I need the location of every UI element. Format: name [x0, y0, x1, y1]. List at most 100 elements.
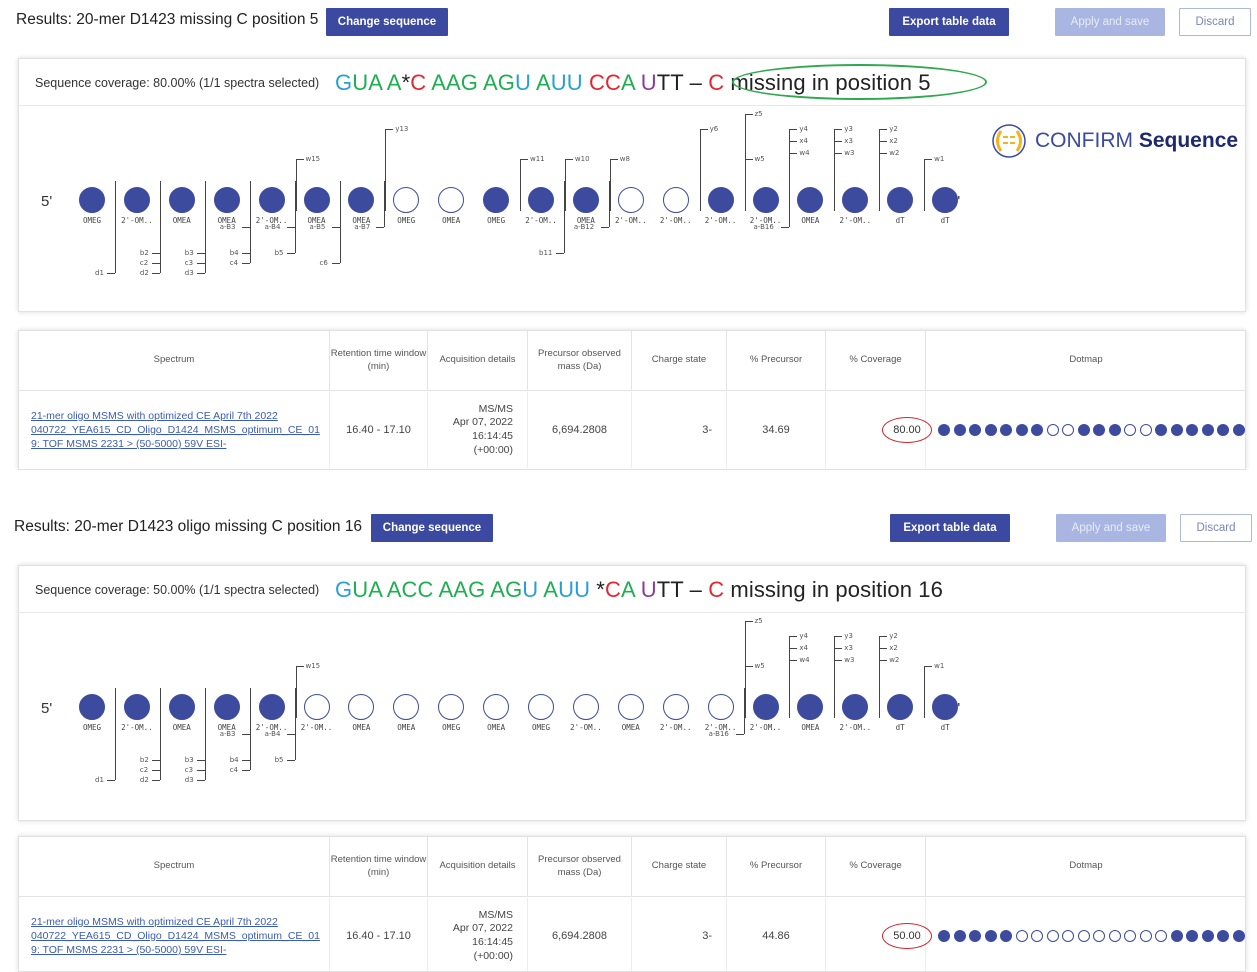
sequence-segment: AG: [490, 577, 523, 602]
fragment-tick: [376, 227, 385, 228]
sequence-segment: *: [401, 70, 411, 95]
coverage-label: Sequence coverage: 50.00% (1/1 spectra s…: [35, 583, 320, 597]
fragment-label: a-B4: [264, 730, 281, 738]
fragment-label: w3: [844, 149, 855, 157]
nucleotide-circle: [932, 187, 959, 213]
nucleotide-circle: [303, 187, 330, 213]
spectrum-link[interactable]: 21-mer oligo MSMS with optimized CE Apri…: [19, 392, 330, 468]
spectrum-link[interactable]: 21-mer oligo MSMS with optimized CE Apri…: [19, 898, 330, 971]
fragment-tick: [331, 263, 340, 264]
fragment-label: b2: [139, 756, 149, 764]
fragment-label: y3: [844, 632, 853, 640]
table-header-4: Charge state: [632, 331, 727, 391]
fragment-label: w3: [844, 656, 855, 664]
apply-save-button[interactable]: Apply and save: [1056, 514, 1166, 542]
fragment-tick: [924, 666, 933, 667]
fragment-tick: [196, 263, 205, 264]
sequence-segment: U: [515, 70, 531, 95]
fragment-label: y4: [799, 125, 808, 133]
fragment-label: b4: [229, 756, 239, 764]
nucleotide-circle: [79, 187, 105, 213]
dotmap-dot: [1062, 424, 1074, 436]
export-table-button[interactable]: Export table data: [889, 8, 1009, 36]
fragment-label: a-B7: [354, 223, 371, 231]
change-sequence-button[interactable]: Change sequence: [371, 514, 493, 542]
dotmap-dot: [1155, 930, 1167, 942]
nucleotide-label: OMEA: [801, 723, 820, 732]
fragment-label: a-B16: [708, 730, 729, 738]
fragment-label: c2: [139, 259, 149, 267]
table-header-0: Spectrum: [19, 331, 330, 391]
fragment-bracket: [159, 181, 161, 273]
fragment-bracket: [295, 666, 297, 718]
five-prime-label: 5': [41, 700, 53, 717]
fragment-label: c4: [229, 259, 238, 267]
nucleotide-label: dT: [895, 216, 905, 225]
nucleotide-label: OMEG: [487, 216, 506, 225]
results-panel-2: Results: 20-mer D1423 oligo missing C po…: [0, 507, 1257, 972]
fragment-label: d3: [184, 776, 194, 784]
fragment-tick: [879, 648, 888, 649]
table-header-1: Retention time window (min): [330, 837, 428, 897]
fragment-label: y6: [709, 125, 719, 133]
nucleotide-circle: [213, 187, 240, 213]
sequence-segment: U: [640, 577, 657, 602]
nucleotide-label: OMEG: [531, 723, 551, 732]
fragment-tick: [789, 153, 798, 154]
fragment-tick: [520, 159, 528, 160]
fragment-label: c4: [229, 766, 238, 774]
table-header-3: Precursor observed mass (Da): [528, 837, 632, 897]
sequence-segment: U: [352, 577, 369, 602]
nucleotide-label: OMEA: [487, 723, 506, 732]
fragment-tick: [241, 760, 250, 761]
nucleotide-circle: [393, 694, 420, 720]
fragment-tick: [834, 141, 843, 142]
discard-button[interactable]: Discard: [1180, 514, 1252, 542]
table-cell-precursor: 44.86: [727, 898, 826, 971]
fragment-label: b2: [139, 249, 149, 257]
nucleotide-circle: [617, 694, 644, 720]
fragment-label: x2: [889, 644, 898, 652]
discard-button[interactable]: Discard: [1179, 8, 1251, 36]
fragment-tick: [789, 660, 798, 661]
sequence-segment: UU: [550, 70, 583, 95]
table-header-6: % Coverage: [826, 837, 926, 897]
fragment-tick: [789, 636, 798, 637]
nucleotide-label: dT: [940, 216, 950, 225]
table-header-7: Dotmap: [926, 331, 1245, 391]
nucleotide-label: 2'-OM..: [121, 723, 153, 732]
change-sequence-button[interactable]: Change sequence: [326, 8, 448, 36]
dotmap-dot: [1046, 424, 1059, 436]
table-header-5: % Precursor: [727, 837, 826, 897]
fragment-label: w8: [619, 155, 630, 163]
dotmap-dot: [1155, 424, 1167, 436]
sequence-segment: A: [620, 577, 635, 602]
fragment-tick: [196, 273, 205, 274]
nucleotide-circle: [752, 187, 779, 213]
table-cell-precursor: 34.69: [727, 392, 826, 468]
fragment-tick: [924, 159, 933, 160]
nucleotide-label: OMEG: [442, 723, 461, 732]
fragment-tick: [789, 141, 798, 142]
fragment-label: d1: [95, 269, 104, 277]
fragment-label: w5: [754, 662, 765, 670]
acquisition-line: MS/MS: [478, 402, 513, 415]
sequence-segment: U: [352, 70, 369, 95]
nucleotide-circle: [528, 187, 554, 213]
sequence-segment: C: [604, 577, 621, 602]
dotmap-dot: [938, 930, 950, 942]
fragment-tick: [600, 227, 609, 228]
sequence-dash: –: [683, 70, 709, 95]
fragment-label: w11: [530, 155, 545, 163]
acquisition-line: (+00:00): [473, 949, 513, 962]
apply-save-button[interactable]: Apply and save: [1055, 8, 1165, 36]
export-table-button[interactable]: Export table data: [890, 514, 1010, 542]
nucleotide-circle: [842, 187, 869, 213]
fragment-tick: [331, 227, 340, 228]
dotmap-dot: [1093, 424, 1105, 436]
dotmap-dot: [969, 930, 981, 942]
fragment-label: y2: [889, 632, 898, 640]
fragment-label: y4: [799, 632, 808, 640]
dotmap-dot: [1201, 930, 1214, 942]
dotmap-dot: [1108, 930, 1121, 942]
